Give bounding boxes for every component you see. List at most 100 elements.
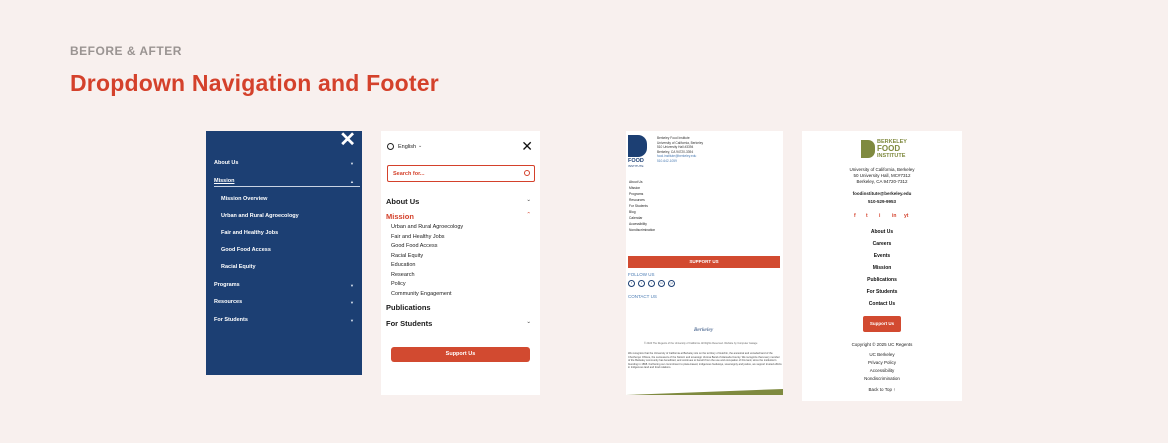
email-link[interactable]: food.institute@berkeley.edu (657, 154, 696, 158)
nav-item-students[interactable]: For Students (386, 319, 432, 328)
footer-nav-item[interactable]: Resources (629, 198, 645, 202)
footer-nav-item[interactable]: Nondiscrimination (629, 228, 655, 232)
new-footer: BERKELEY FOOD INSTITUTE University of Ca… (802, 131, 962, 401)
food-institute-logo (861, 140, 875, 158)
footer-link[interactable]: Accessibility (802, 368, 962, 373)
phone-link[interactable]: 510-529-9953 (802, 199, 962, 204)
nav-item-programs[interactable]: Programs (214, 282, 240, 288)
instagram-icon[interactable]: i (879, 213, 880, 219)
globe-icon (387, 143, 394, 150)
footer-nav-item[interactable]: Calendar (629, 216, 642, 220)
footer-nav-item[interactable]: Accessibility (629, 222, 647, 226)
email-link[interactable]: foodinstitute@berkeley.edu (802, 191, 962, 196)
nav-item-resources[interactable]: Resources (214, 299, 242, 305)
address-line: 510 University Hall #3394 (657, 145, 694, 149)
footer-link[interactable]: UC Berkeley (802, 352, 962, 357)
copyright-text: © 2024 The Regents of the University of … (644, 342, 758, 345)
footer-nav-item[interactable]: Mission (802, 265, 962, 271)
phone-link[interactable]: 510-642-1059 (657, 159, 677, 163)
chevron-down-icon: ⌄ (526, 197, 531, 203)
chevron-down-icon: ▼ (350, 161, 354, 166)
close-icon[interactable]: ✕ (521, 139, 533, 153)
page-title: Dropdown Navigation and Footer (70, 70, 439, 96)
facebook-icon[interactable]: f (628, 280, 635, 287)
footer-nav-item[interactable]: For Students (802, 289, 962, 295)
sub-item[interactable]: Urban and Rural Agroecology (391, 224, 463, 230)
support-us-button[interactable]: SUPPORT US (628, 256, 780, 268)
nav-item-students[interactable]: For Students (214, 317, 248, 323)
follow-us-label: FOLLOW US (628, 272, 655, 277)
divider (214, 186, 360, 187)
sub-item[interactable]: Education (391, 262, 415, 268)
nav-item-publications[interactable]: Publications (386, 303, 431, 312)
logo-text-line: FOOD (877, 144, 901, 153)
support-us-label: Support Us (869, 321, 895, 326)
chevron-down-icon: ▼ (350, 300, 354, 305)
old-footer: FOOD INSTITUTE Berkeley Food Institute U… (626, 131, 783, 395)
address-line: 50 University Hall, MC#7312 (853, 173, 911, 178)
close-icon[interactable]: ✕ (339, 131, 356, 150)
sub-item[interactable]: Racial Equity (221, 264, 256, 270)
footer-nav-item[interactable]: Blog (629, 210, 636, 214)
contact-us-link[interactable]: CONTACT US (628, 294, 657, 299)
footer-link[interactable]: Nondiscrimination (802, 376, 962, 381)
support-us-button[interactable]: Support Us (391, 347, 530, 362)
eyebrow: BEFORE & AFTER (70, 44, 182, 58)
logo-text-line: INSTITUTE (877, 153, 906, 159)
address-line: Berkeley, CA 94720-7312 (856, 179, 908, 184)
sub-item[interactable]: Urban and Rural Agroecology (221, 213, 299, 219)
footer-nav-item[interactable]: Mission (629, 186, 640, 190)
youtube-icon[interactable]: yt (668, 280, 675, 287)
youtube-icon[interactable]: yt (904, 213, 908, 219)
nav-item-about[interactable]: About Us (386, 197, 419, 206)
footer-nav-item[interactable]: About Us (802, 229, 962, 235)
twitter-icon[interactable]: t (638, 280, 645, 287)
sub-item[interactable]: Good Food Access (391, 243, 437, 249)
sub-item[interactable]: Research (391, 272, 415, 278)
support-us-button[interactable]: Support Us (863, 316, 901, 332)
search-placeholder: Search for... (393, 171, 425, 177)
linkedin-icon[interactable]: in (892, 213, 896, 219)
decorative-hill (626, 389, 783, 395)
linkedin-icon[interactable]: in (658, 280, 665, 287)
sub-item[interactable]: Policy (391, 281, 406, 287)
sub-item[interactable]: Fair and Healthy Jobs (221, 230, 278, 236)
chevron-down-icon: ▼ (350, 283, 354, 288)
address-line: University of California, Berkeley (657, 140, 704, 145)
sub-item[interactable]: Fair and Healthy Jobs (391, 234, 445, 240)
address-line: University of California, Berkeley (849, 167, 915, 172)
support-us-label: SUPPORT US (689, 259, 719, 264)
footer-nav-item[interactable]: For Students (629, 204, 648, 208)
sub-item[interactable]: Mission Overview (221, 196, 267, 202)
twitter-icon[interactable]: t (866, 213, 868, 219)
nav-item-about[interactable]: About Us (214, 160, 238, 166)
old-mobile-nav: ✕ About Us ▼ Mission ▲ Mission Overview … (206, 131, 362, 375)
nav-item-mission[interactable]: Mission (386, 212, 414, 221)
sub-item[interactable]: Community Engagement (391, 291, 452, 297)
search-icon[interactable] (524, 170, 530, 176)
footer-nav-item[interactable]: Careers (802, 241, 962, 247)
facebook-icon[interactable]: f (854, 213, 856, 219)
support-us-label: Support Us (445, 351, 476, 357)
chevron-up-icon: ▲ (350, 179, 354, 184)
uc-berkeley-logo: Berkeley (694, 327, 714, 333)
sub-item[interactable]: Racial Equity (391, 253, 423, 259)
footer-nav-item[interactable]: Events (802, 253, 962, 259)
chevron-down-icon: ▼ (350, 318, 354, 323)
back-to-top-link[interactable]: Back to Top ↑ (802, 387, 962, 392)
footer-nav-item[interactable]: About Us (629, 180, 643, 184)
footer-link[interactable]: Privacy Policy (802, 360, 962, 365)
footer-nav-item[interactable]: Contact Us (802, 301, 962, 307)
search-input[interactable]: Search for... (387, 165, 535, 182)
footer-nav-item[interactable]: Publications (802, 277, 962, 283)
logo-text: BERKELEY FOOD INSTITUTE (877, 139, 907, 159)
footer-nav-item[interactable]: Programs (629, 192, 643, 196)
chevron-up-icon: ⌃ (526, 212, 531, 218)
copyright-text: Copyright © 2025 UC Regents (851, 342, 913, 347)
sub-item[interactable]: Good Food Access (221, 247, 271, 253)
language-select[interactable]: English (398, 144, 416, 150)
instagram-icon[interactable]: i (648, 280, 655, 287)
chevron-down-icon: ⌄ (526, 319, 531, 325)
address-line: Berkeley Food Institute (657, 136, 690, 140)
nav-item-mission[interactable]: Mission (214, 178, 234, 184)
